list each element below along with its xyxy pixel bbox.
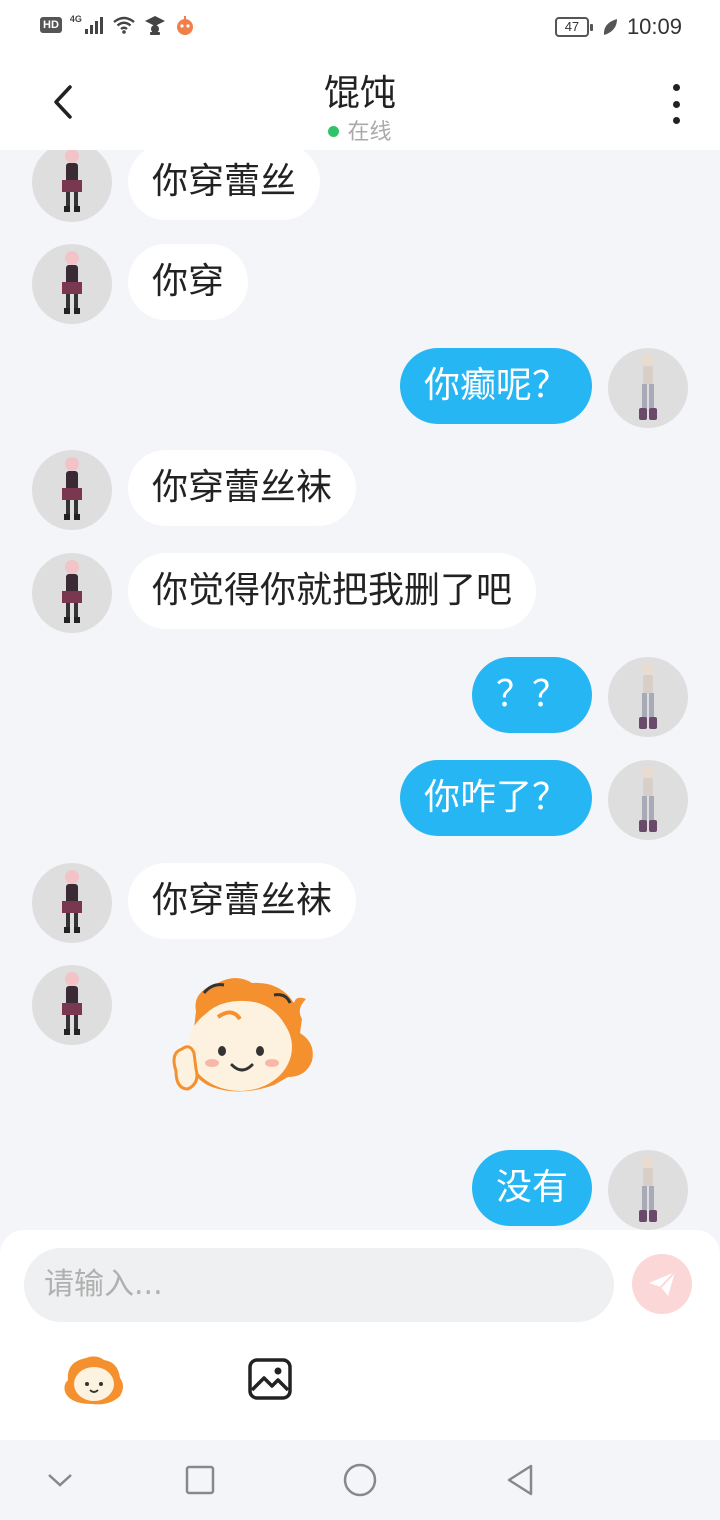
- message-list[interactable]: 你穿蕾丝 你穿 你癫呢？ 你穿蕾丝袜 你觉得你就把我删了吧 ？？ 你咋了？ 你穿…: [0, 150, 720, 1230]
- graduation-cap-icon: [144, 16, 165, 35]
- incoming-message-bubble[interactable]: 你穿: [128, 244, 249, 320]
- online-status: 在线: [0, 114, 720, 146]
- contact-avatar[interactable]: [32, 553, 112, 633]
- incoming-message-bubble[interactable]: 你穿蕾丝: [128, 150, 321, 220]
- contact-avatar[interactable]: [32, 450, 112, 530]
- wifi-icon: [113, 16, 135, 34]
- my-avatar[interactable]: [608, 657, 688, 737]
- sticker-button[interactable]: [60, 1354, 126, 1406]
- more-vertical-icon: [672, 84, 680, 91]
- message-input[interactable]: 请输入...: [24, 1248, 614, 1322]
- image-icon: [248, 1358, 292, 1400]
- contact-avatar[interactable]: [32, 150, 112, 222]
- chevron-down-icon: [48, 1474, 72, 1487]
- signal-icon: [84, 17, 103, 34]
- online-status-text: 在线: [347, 120, 392, 145]
- back-nav-button[interactable]: [502, 1462, 538, 1498]
- my-avatar[interactable]: [608, 1150, 688, 1230]
- my-avatar[interactable]: [608, 348, 688, 428]
- online-dot: [328, 126, 340, 137]
- sticker-face-icon: [64, 1356, 123, 1405]
- more-options-button[interactable]: [662, 84, 690, 124]
- hd-badge: HD: [40, 17, 62, 33]
- chat-header: 馄饨 在线: [0, 56, 720, 150]
- contact-name: 馄饨: [323, 73, 396, 114]
- contact-avatar[interactable]: [32, 863, 112, 943]
- home-button[interactable]: [342, 1462, 378, 1498]
- outgoing-message-bubble[interactable]: 没有: [471, 1150, 592, 1226]
- status-bar: HD 4G 47 10:09: [0, 0, 720, 56]
- square-icon: [185, 1465, 215, 1495]
- clock: 10:09: [626, 14, 682, 39]
- incoming-message-bubble[interactable]: 你觉得你就把我删了吧: [128, 553, 537, 629]
- outgoing-message-bubble[interactable]: ？？: [471, 657, 592, 733]
- composer: 请输入...: [0, 1230, 720, 1440]
- recent-apps-button[interactable]: [182, 1462, 218, 1498]
- network-type: 4G: [69, 14, 82, 24]
- outgoing-message-bubble[interactable]: 你癫呢？: [399, 348, 592, 424]
- hide-keyboard-button[interactable]: [42, 1462, 78, 1498]
- outgoing-message-bubble[interactable]: 你咋了？: [399, 760, 592, 836]
- leaf-icon: [603, 19, 617, 35]
- contact-avatar[interactable]: [32, 965, 112, 1045]
- send-button[interactable]: [632, 1254, 692, 1314]
- battery-indicator: 47: [554, 17, 593, 37]
- my-avatar[interactable]: [608, 760, 688, 840]
- paper-plane-icon: [649, 1271, 676, 1296]
- circle-icon: [343, 1463, 377, 1497]
- contact-avatar[interactable]: [32, 244, 112, 324]
- waving-girl-sticker[interactable]: [156, 973, 322, 1109]
- image-button[interactable]: [246, 1356, 294, 1402]
- system-navigation-bar: [0, 1440, 720, 1520]
- triangle-back-icon: [507, 1464, 533, 1496]
- app-notification-icon: [176, 16, 193, 35]
- incoming-message-bubble[interactable]: 你穿蕾丝袜: [128, 450, 357, 526]
- incoming-message-bubble[interactable]: 你穿蕾丝袜: [128, 863, 357, 939]
